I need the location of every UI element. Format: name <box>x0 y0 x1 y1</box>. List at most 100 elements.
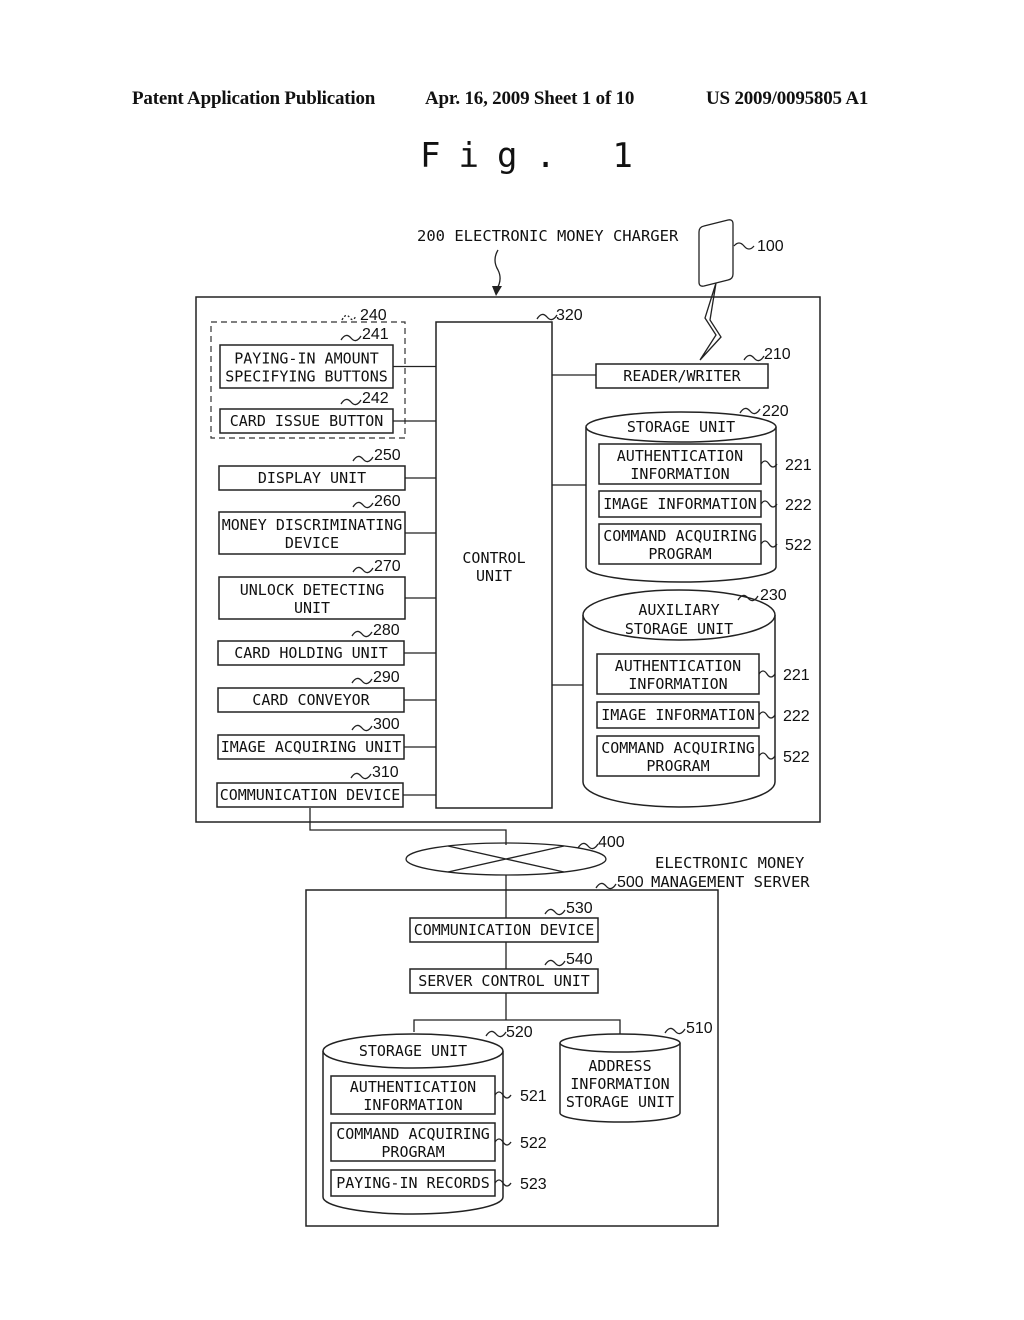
block-label: CARD ISSUE BUTTON <box>230 412 384 430</box>
charger-leader-line <box>494 249 501 291</box>
storage-item-label-line1: COMMAND ACQUIRING <box>336 1125 490 1143</box>
block-label: DISPLAY UNIT <box>258 469 366 487</box>
block-label-line2: SPECIFYING BUTTONS <box>225 368 388 386</box>
control-unit-ref: 320 <box>556 307 583 324</box>
storage-item-221: AUTHENTICATIONINFORMATION 221 <box>598 443 812 485</box>
address-storage-label-line3: STORAGE UNIT <box>566 1093 674 1111</box>
ref-tilde <box>350 772 372 780</box>
storage-item-ref: 522 <box>783 749 810 766</box>
ref-tilde <box>352 501 374 509</box>
block-label-line1: PAYING-IN AMOUNT <box>234 350 379 368</box>
charger-block-260: MONEY DISCRIMINATINGDEVICE 260 <box>218 493 436 555</box>
block-label-line1: UNLOCK DETECTING <box>240 581 385 599</box>
storage-item-ref: 221 <box>785 457 812 474</box>
block-ref: 260 <box>374 493 401 510</box>
block-ref: 241 <box>362 326 389 343</box>
block-ref: 300 <box>373 716 400 733</box>
address-storage-label-line2: INFORMATION <box>570 1075 669 1093</box>
storage-item-ref: 521 <box>520 1088 547 1105</box>
aux-storage-ref: 230 <box>760 587 787 604</box>
card-ref: 100 <box>757 238 784 255</box>
ref-tilde <box>341 314 357 321</box>
storage-item-ref: 522 <box>520 1135 547 1152</box>
ref-tilde <box>351 677 373 685</box>
server-storage-ref: 520 <box>506 1024 533 1041</box>
storage-item-label: PAYING-IN RECORDS <box>336 1174 490 1192</box>
storage-item-522: COMMAND ACQUIRINGPROGRAM 522 <box>598 523 812 565</box>
aux-storage-title-line2: STORAGE UNIT <box>625 620 733 638</box>
server-communication-device-ref: 530 <box>566 900 593 917</box>
charger-title: 200 ELECTRONIC MONEY CHARGER <box>417 227 679 245</box>
block-ref: 250 <box>374 447 401 464</box>
server-storage-title: STORAGE UNIT <box>359 1042 467 1060</box>
reader-writer-ref: 210 <box>764 346 791 363</box>
ref-tilde <box>595 882 617 890</box>
storage-item-523: PAYING-IN RECORDS 523 <box>330 1169 547 1197</box>
ref-tilde <box>544 908 566 916</box>
block-label-line1: MONEY DISCRIMINATING <box>222 516 403 534</box>
reader-writer-label: READER/WRITER <box>623 367 741 385</box>
ref-tilde <box>664 1027 686 1035</box>
network-connector-line <box>309 808 507 845</box>
ref-tilde <box>340 334 362 342</box>
block-label: COMMUNICATION DEVICE <box>220 786 401 804</box>
block-diagram: 200 ELECTRONIC MONEY CHARGER 100 240 PAY… <box>195 219 821 1227</box>
storage-item-ref: 222 <box>785 497 812 514</box>
server-control-unit-label: SERVER CONTROL UNIT <box>418 972 590 990</box>
button-group-ref: 240 <box>360 307 387 324</box>
address-storage-ref: 510 <box>686 1020 713 1037</box>
storage-item-ref: 221 <box>783 667 810 684</box>
storage-item-label-line1: AUTHENTICATION <box>615 657 741 675</box>
storage-unit-title: STORAGE UNIT <box>627 418 735 436</box>
ref-tilde <box>733 242 755 250</box>
storage-item-label: IMAGE INFORMATION <box>603 495 757 513</box>
charger-block-241: PAYING-IN AMOUNTSPECIFYING BUTTONS 241 <box>219 326 436 389</box>
storage-item-label-line2: INFORMATION <box>363 1096 462 1114</box>
control-unit-label-line1: CONTROL <box>462 549 525 567</box>
server-control-unit-ref: 540 <box>566 951 593 968</box>
storage-item-221: AUTHENTICATIONINFORMATION 221 <box>596 653 810 695</box>
storage-item-label-line2: PROGRAM <box>381 1143 444 1161</box>
cylinder-top <box>559 1033 681 1053</box>
address-storage-label-line1: ADDRESS <box>588 1057 651 1075</box>
storage-item-521: AUTHENTICATIONINFORMATION 521 <box>330 1075 547 1115</box>
block-ref: 290 <box>373 669 400 686</box>
ref-tilde <box>544 959 566 967</box>
address-storage-unit-510: ADDRESSINFORMATIONSTORAGE UNIT 510 <box>559 1020 713 1123</box>
server-title-line1: ELECTRONIC MONEY <box>655 854 805 872</box>
storage-item-label-line2: INFORMATION <box>628 675 727 693</box>
server-storage-unit-520: STORAGE UNIT 520 AUTHENTICATIONINFORMATION… <box>322 1024 547 1215</box>
charger-block-300: IMAGE ACQUIRING UNIT 300 <box>217 716 436 760</box>
ref-tilde <box>351 724 373 732</box>
charger-block-290: CARD CONVEYOR290 <box>217 669 436 713</box>
storage-unit-ref: 220 <box>762 403 789 420</box>
network-ref: 400 <box>598 834 625 851</box>
charger-arrow-icon <box>492 286 502 296</box>
ref-tilde <box>352 455 374 463</box>
block-ref: 270 <box>374 558 401 575</box>
ref-tilde <box>485 1030 507 1038</box>
server-title-line2: MANAGEMENT SERVER <box>651 873 810 891</box>
server-ref: 500 <box>617 874 644 891</box>
aux-storage-title-line1: AUXILIARY <box>638 601 719 619</box>
charger-storage-units: STORAGE UNIT220AUTHENTICATIONINFORMATION… <box>552 403 812 808</box>
ref-tilde <box>352 566 374 574</box>
storage-item-label-line1: AUTHENTICATION <box>350 1078 476 1096</box>
block-label: CARD HOLDING UNIT <box>234 644 388 662</box>
storage-item-ref: 523 <box>520 1176 547 1193</box>
block-label: IMAGE ACQUIRING UNIT <box>221 738 402 756</box>
control-unit-label-line2: UNIT <box>476 567 512 585</box>
storage-item-522: COMMAND ACQUIRINGPROGRAM 522 <box>330 1122 547 1162</box>
server-storage-units: STORAGE UNIT520AUTHENTICATIONINFORMATION… <box>322 1020 713 1215</box>
storage-item-label-line2: PROGRAM <box>648 545 711 563</box>
ref-tilde <box>340 398 362 406</box>
storage-item-label-line2: INFORMATION <box>630 465 729 483</box>
storage-item-522: COMMAND ACQUIRINGPROGRAM 522 <box>596 735 810 777</box>
block-ref: 280 <box>373 622 400 639</box>
charger-block-270: UNLOCK DETECTINGUNIT 270 <box>218 558 436 620</box>
ic-card-icon <box>698 219 734 287</box>
storage-unit-220: STORAGE UNIT 220 AUTHENTICATIONINFORMATION… <box>585 403 812 583</box>
storage-item-222: IMAGE INFORMATION 222 <box>596 701 810 729</box>
charger-block-242: CARD ISSUE BUTTON 242 <box>219 390 436 434</box>
block-label: CARD CONVEYOR <box>252 691 370 709</box>
